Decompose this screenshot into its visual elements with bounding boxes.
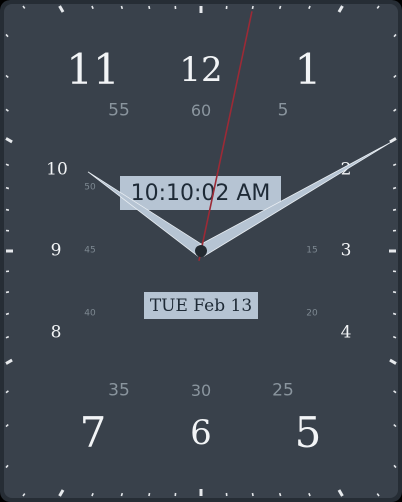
minute-hand: [195, 141, 393, 257]
hour-hand: [87, 171, 207, 257]
center-pin: [195, 245, 207, 257]
watch-face: 12 1 2 3 4 5 6 7 8 9 10 11 55 60 5 35 30…: [0, 0, 402, 502]
clock-hands: [87, 11, 393, 261]
